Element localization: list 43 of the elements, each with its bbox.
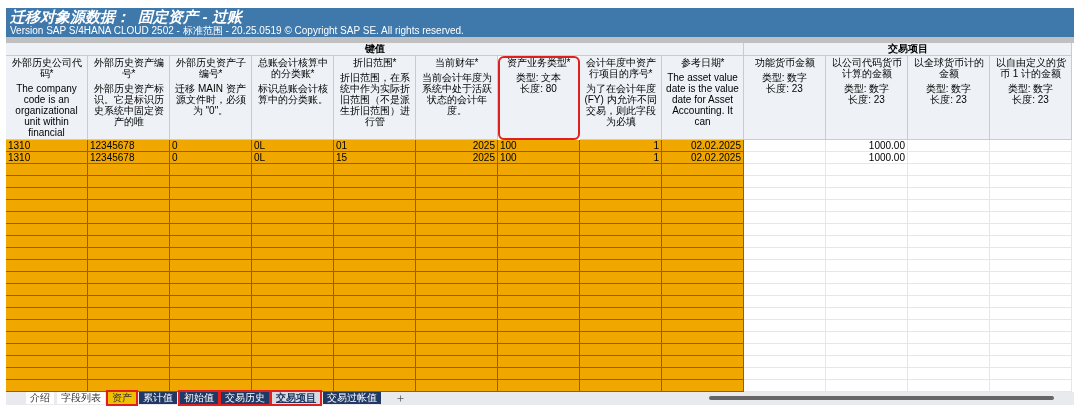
horizontal-scrollbar[interactable] — [709, 396, 1054, 401]
column-description: 迁移 MAIN 资产源文件时，必须为 "0"。 — [174, 82, 247, 116]
column-description: 长度: 23 — [1012, 93, 1049, 105]
column-description: 长度: 23 — [766, 82, 803, 94]
column-description: 长度: 23 — [930, 93, 967, 105]
sheet-tab[interactable]: 字段列表 — [57, 392, 105, 405]
column-description: The company code is an organizational unit within financial — [14, 82, 79, 138]
version-note: Version SAP S/4HANA CLOUD 2502 - 标准范围 - 20.25.0519 © Copyright SAP SE. All rights reserved. — [10, 25, 465, 37]
sheet-tab[interactable]: 介绍 — [26, 392, 54, 405]
sheet-tab[interactable]: 资产 — [108, 392, 136, 405]
sheet-tab[interactable]: 初始值 — [180, 392, 218, 405]
sheet-tab[interactable]: 交易项目 — [272, 392, 320, 405]
column-title: 参考日期* — [679, 56, 726, 68]
column-description: 长度: 23 — [848, 93, 885, 105]
sheet-tab[interactable]: 交易历史 — [221, 392, 269, 405]
column-title: 外部历史资产子编号* — [174, 56, 247, 79]
sheet-tab[interactable]: 累计值 — [139, 392, 177, 405]
sheet-tab[interactable]: 交易过帐值 — [323, 392, 381, 405]
column-description: 折旧范围，在系统中作为实际折旧范围（不是派生折旧范围）进行管 — [338, 71, 411, 127]
sheet-title: 迁移对象源数据： 固定资产 - 过账 — [10, 8, 244, 26]
column-description: 类型: 数字 — [842, 82, 891, 94]
column-title: 外部历史资产编号* — [92, 56, 165, 79]
column-description: 类型: 数字 — [924, 82, 973, 94]
column-title: 资产业务类型* — [505, 56, 572, 68]
column-description: 类型: 数字 — [760, 71, 809, 83]
column-title: 总账会计核算中的分类账* — [256, 56, 329, 79]
column-title: 当前财年* — [433, 56, 480, 68]
column-title: 以公司代码货币计算的金额 — [830, 56, 903, 79]
column-description: 类型: 文本 — [514, 71, 563, 83]
column-description: 为了在会计年度 (FY) 内允许不同交易，则此字段为必填 — [583, 82, 658, 127]
column-title: 外部历史公司代码* — [10, 56, 83, 79]
column-description: 类型: 数字 — [1006, 82, 1055, 94]
column-description: 标识总账会计核算中的分类账。 — [256, 82, 329, 105]
column-title: 会计年度中资产行项目的序号* — [584, 56, 657, 79]
column-title: 功能货币金额 — [753, 56, 816, 68]
column-description: The asset value date is the value date for Asset Accounting. It can — [665, 71, 740, 127]
column-description: 当前会计年度为系统中处于活跃状态的会计年度。 — [420, 71, 493, 116]
column-description: 外部历史资产标识。它是标识历史系统中固定资产的唯 — [92, 82, 165, 127]
column-title: 以全球货币计的金额 — [912, 56, 985, 79]
column-title: 以自由定义的货币 1 计的金额 — [994, 56, 1067, 79]
column-title: 折旧范围* — [351, 56, 398, 68]
add-sheet-button[interactable] — [396, 393, 405, 403]
column-description: 长度: 80 — [520, 82, 558, 94]
